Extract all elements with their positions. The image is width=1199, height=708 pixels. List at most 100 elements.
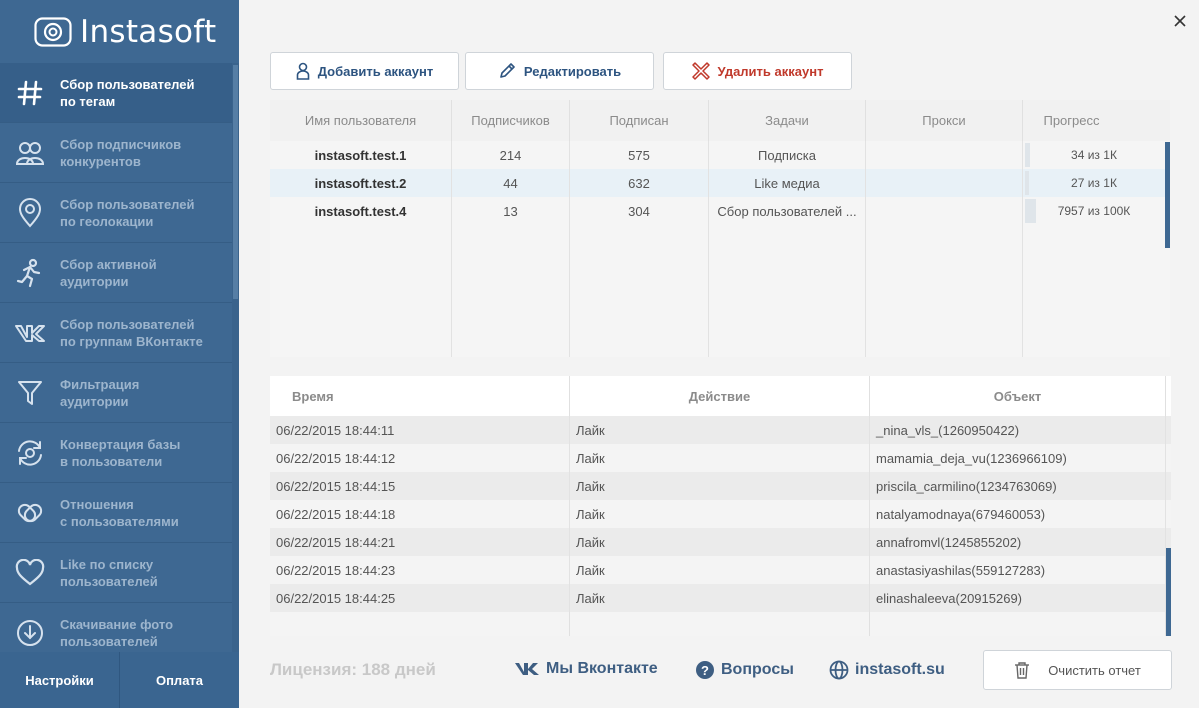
sidebar-item-download-photos[interactable]: Скачивание фото пользователей: [0, 603, 232, 652]
settings-button[interactable]: Настройки: [0, 652, 120, 708]
column-header-progress[interactable]: Прогресс: [1023, 100, 1170, 141]
cell-time: 06/22/2015 18:44:15: [270, 472, 570, 500]
vk-link-label: Мы Вконтакте: [546, 660, 658, 677]
cell-time: 06/22/2015 18:44:21: [270, 528, 570, 556]
cell-progress: 7957 из 100К: [1023, 197, 1165, 225]
log-row[interactable]: 06/22/2015 18:44:25 Лайк elinashaleeva(2…: [270, 584, 1171, 612]
cell-action: Лайк: [570, 528, 870, 556]
clear-report-button[interactable]: Очистить отчет: [983, 650, 1172, 690]
column-header-action[interactable]: Действие: [570, 376, 870, 416]
download-icon: [17, 619, 43, 646]
sidebar-item-vk-groups[interactable]: Сбор пользователей по группам ВКонтакте: [0, 303, 232, 363]
cell-username: instasoft.test.1: [270, 141, 452, 169]
cell-object: elinashaleeva(20915269): [870, 584, 1166, 612]
delete-x-icon: [691, 62, 710, 80]
sidebar-bottom: Настройки Оплата: [0, 652, 239, 708]
site-link-label: instasoft.su: [855, 661, 945, 678]
relations-icon: [17, 503, 43, 522]
sidebar-item-convert[interactable]: Конвертация базы в пользователи: [0, 423, 232, 483]
table-row[interactable]: instasoft.test.4 13 304 Сбор пользовател…: [270, 197, 1170, 225]
cell-time: 06/22/2015 18:44:11: [270, 416, 570, 444]
sidebar-item-relations[interactable]: Отношения с пользователями: [0, 483, 232, 543]
sidebar-item-label: Сбор пользователей по группам ВКонтакте: [60, 316, 203, 349]
progress-bar: 27 из 1К: [1023, 169, 1165, 197]
cell-action: Лайк: [570, 416, 870, 444]
sidebar-item-filter[interactable]: Фильтрация аудитории: [0, 363, 232, 423]
cell-time: 06/22/2015 18:44:12: [270, 444, 570, 472]
faq-link-label: Вопросы: [721, 661, 794, 678]
sidebar-scroll-thumb[interactable]: [233, 65, 238, 299]
clear-report-label: Очистить отчет: [1048, 662, 1141, 678]
sidebar-item-competitors[interactable]: Сбор подписчиков конкурентов: [0, 123, 232, 183]
column-header-proxy[interactable]: Прокси: [866, 100, 1023, 141]
sidebar-item-label: Фильтрация аудитории: [60, 376, 140, 409]
running-person-icon: [16, 258, 41, 287]
cell-proxy: [866, 169, 1023, 197]
cell-time: 06/22/2015 18:44:25: [270, 584, 570, 612]
cell-object: natalyamodnaya(679460053): [870, 500, 1166, 528]
column-header-object[interactable]: Объект: [870, 376, 1166, 416]
cell-username: instasoft.test.2: [270, 169, 452, 197]
progress-bar: 7957 из 100К: [1023, 197, 1165, 225]
log-scrollbar[interactable]: [1166, 548, 1171, 636]
faq-link[interactable]: ? Вопросы: [695, 660, 794, 680]
cell-following: 304: [570, 197, 709, 225]
cell-object: anastasiyashilas(559127283): [870, 556, 1166, 584]
cell-action: Лайк: [570, 500, 870, 528]
app-logo: Instasoft: [0, 0, 239, 63]
cell-username: instasoft.test.4: [270, 197, 452, 225]
cell-following: 575: [570, 141, 709, 169]
sidebar-item-label: Сбор пользователей по геолокации: [60, 196, 195, 229]
delete-account-button[interactable]: Удалить аккаунт: [663, 52, 852, 90]
pencil-icon: [500, 63, 515, 78]
column-header-time[interactable]: Время: [270, 376, 570, 416]
accounts-scrollbar[interactable]: [1165, 142, 1170, 248]
table-row-selected[interactable]: instasoft.test.2 44 632 Like медиа 27 из…: [270, 169, 1170, 197]
app-title: Instasoft: [80, 13, 217, 50]
progress-bar: 34 из 1К: [1023, 141, 1165, 169]
cell-progress: 34 из 1К: [1023, 141, 1165, 169]
log-table-body: 06/22/2015 18:44:11 Лайк _nina_vls_(1260…: [270, 416, 1171, 612]
sidebar-scrollbar[interactable]: [232, 63, 239, 652]
heart-icon: [15, 558, 45, 585]
sidebar-item-label: Like по списку пользователей: [60, 556, 158, 589]
logo-icon: [34, 16, 72, 47]
log-row[interactable]: 06/22/2015 18:44:23 Лайк anastasiyashila…: [270, 556, 1171, 584]
log-row[interactable]: 06/22/2015 18:44:11 Лайк _nina_vls_(1260…: [270, 416, 1171, 444]
delete-account-label: Удалить аккаунт: [717, 63, 824, 79]
payment-button[interactable]: Оплата: [120, 652, 239, 708]
accounts-table: Имя пользователя Подписчиков Подписан За…: [270, 100, 1170, 357]
cell-object: _nina_vls_(1260950422): [870, 416, 1166, 444]
accounts-table-header: Имя пользователя Подписчиков Подписан За…: [270, 100, 1170, 141]
vk-icon: [15, 324, 45, 342]
license-status: Лицензия: 188 дней: [270, 660, 436, 679]
progress-text: 34 из 1К: [1071, 148, 1117, 162]
column-header-followers[interactable]: Подписчиков: [452, 100, 570, 141]
vk-link[interactable]: Мы Вконтакте: [514, 660, 658, 678]
column-header-username[interactable]: Имя пользователя: [270, 100, 452, 141]
log-row[interactable]: 06/22/2015 18:44:21 Лайк annafromvl(1245…: [270, 528, 1171, 556]
sidebar-item-label: Сбор активной аудитории: [60, 256, 157, 289]
column-header-tasks[interactable]: Задачи: [709, 100, 866, 141]
cell-task: Подписка: [709, 141, 866, 169]
log-row[interactable]: 06/22/2015 18:44:15 Лайк priscila_carmil…: [270, 472, 1171, 500]
progress-fill: [1025, 143, 1030, 167]
sidebar-item-like-list[interactable]: Like по списку пользователей: [0, 543, 232, 603]
close-icon[interactable]: [1173, 14, 1187, 28]
log-row[interactable]: 06/22/2015 18:44:18 Лайк natalyamodnaya(…: [270, 500, 1171, 528]
sidebar-item-tags[interactable]: Сбор пользователей по тегам: [0, 63, 232, 123]
cell-followers: 44: [452, 169, 570, 197]
add-account-button[interactable]: Добавить аккаунт: [270, 52, 459, 90]
site-link[interactable]: instasoft.su: [829, 660, 945, 680]
table-row[interactable]: instasoft.test.1 214 575 Подписка 34 из …: [270, 141, 1170, 169]
sidebar-item-label: Сбор пользователей по тегам: [60, 76, 195, 109]
cell-action: Лайк: [570, 556, 870, 584]
sidebar-item-active-audience[interactable]: Сбор активной аудитории: [0, 243, 232, 303]
cell-followers: 13: [452, 197, 570, 225]
user-icon: [296, 62, 310, 80]
sidebar-item-label: Отношения с пользователями: [60, 496, 179, 529]
sidebar-item-geolocation[interactable]: Сбор пользователей по геолокации: [0, 183, 232, 243]
column-header-following[interactable]: Подписан: [570, 100, 709, 141]
log-row[interactable]: 06/22/2015 18:44:12 Лайк mamamia_deja_vu…: [270, 444, 1171, 472]
edit-button[interactable]: Редактировать: [465, 52, 654, 90]
